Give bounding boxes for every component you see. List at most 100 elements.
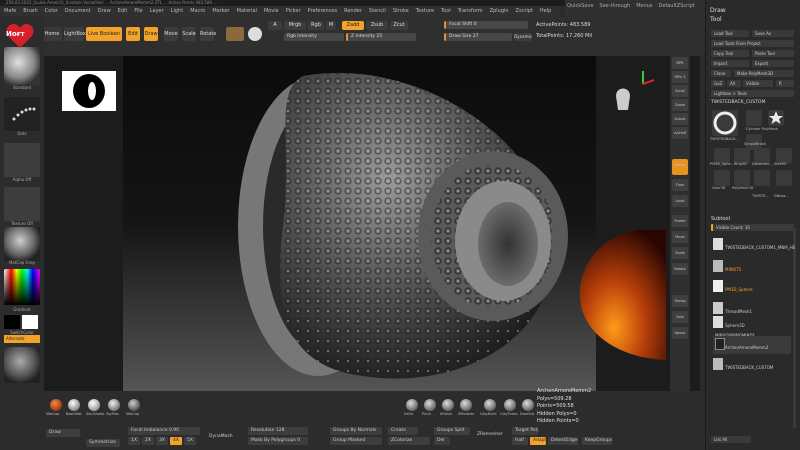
floor-button[interactable]: Floor [672,179,688,191]
draw-button[interactable]: Draw [144,27,158,41]
goz-r-button[interactable]: R [776,80,794,87]
xpose-button[interactable]: Xpose [672,327,688,339]
lightbox-tools-button[interactable]: Lightbox > Tools [711,90,794,97]
brush-hpolish[interactable] [442,399,454,411]
menu-item-mafe[interactable]: Mafe [4,6,16,17]
half-button[interactable]: Half [512,437,528,445]
rotate-button[interactable]: Rotate [200,27,216,41]
default-zscript-button[interactable]: DefaultZScript [659,2,695,15]
mrgb-button[interactable]: Mrgb [284,21,306,30]
menu-item-layer[interactable]: Layer [150,6,164,17]
material-basic[interactable] [68,399,80,411]
material-toyplastic[interactable] [108,399,120,411]
goz-all-button[interactable]: All [727,80,741,87]
z-intensity-slider[interactable]: Z Intensity 25 [346,33,416,41]
menu-item-document[interactable]: Document [65,6,91,17]
draw-mode-button[interactable]: Draw [46,429,80,437]
tool-thumb-polymesh[interactable] [734,170,750,186]
target-poly-slider[interactable]: Target Poly [512,427,538,435]
menu-item-zscript[interactable]: Zscript [516,6,533,17]
material-skinshade[interactable] [88,399,100,411]
live-boolean-button[interactable]: Live Boolean [86,27,122,41]
detect-edges-button[interactable]: DetectEdges [548,437,578,445]
save-as-button[interactable]: Save As [752,30,794,37]
tray-tool-header[interactable]: Tool [706,16,800,25]
dynamesh-button[interactable]: DynaMesh [206,433,242,441]
alternate-button[interactable]: Alternate [4,335,40,343]
paste-tool-button[interactable]: Paste Tool [752,50,794,57]
tool-thumb-twiste[interactable] [754,170,770,186]
move-view-button[interactable]: Move [672,231,688,243]
mask-by-polygroups-slider[interactable]: Mask By Polygroups 0 [248,437,308,445]
rotate-view-button[interactable]: Rotate [672,263,688,275]
subtool-item[interactable]: TWISTEDBACK_CUSTOM [713,356,791,374]
material-matcap-gray[interactable] [128,399,140,411]
move-button[interactable]: Move [164,27,178,41]
dynamic-button[interactable]: Dynamic [514,33,532,41]
menu-item-draw[interactable]: Draw [98,6,111,17]
zoom-button[interactable]: Zoom [672,99,688,111]
keep-groups-button[interactable]: KeepGroups [582,437,612,445]
edit-button[interactable]: Edit [126,27,140,41]
list-all-button[interactable]: List All [711,436,751,443]
sdiv-2x[interactable]: 2X [142,437,154,445]
m-button[interactable]: M [326,21,336,30]
menu-item-help[interactable]: Help [540,6,551,17]
brush-damstandard[interactable] [522,399,534,411]
copy-tool-button[interactable]: Copy Tool [711,50,749,57]
symmetrize-button[interactable]: Symmetrize [86,439,120,447]
menu-item-texture[interactable]: Texture [416,6,434,17]
subtool-item[interactable]: MIRKITS [713,258,791,276]
menu-item-light[interactable]: Light [171,6,183,17]
subtool-item[interactable]: TWISTEDBACK_CUSTOM1_MNM_HE [713,236,795,254]
menu-item-render[interactable]: Render [344,6,362,17]
menu-item-marker[interactable]: Marker [212,6,229,17]
menu-item-file[interactable]: File [134,6,142,17]
color-picker[interactable] [4,269,40,305]
scroll-button[interactable]: Scroll [672,85,688,97]
scale-view-button[interactable]: Scale [672,247,688,259]
navigator-thumbnail[interactable] [62,71,116,111]
subtool-header[interactable]: Subtool [711,216,730,222]
main-color-swatch[interactable] [4,315,20,329]
group-masked-button[interactable]: Group Masked [330,437,382,445]
material-thumbnail[interactable] [4,227,40,261]
menus-button[interactable]: Menus [636,2,652,15]
local-button[interactable]: Local [672,195,688,207]
menu-item-brush[interactable]: Brush [23,6,37,17]
sdiv-1x[interactable]: 1X [128,437,140,445]
menu-item-tool[interactable]: Tool [441,6,451,17]
load-tools-from-project-button[interactable]: Load Tools From Project [711,40,794,47]
persp-button[interactable]: Persp [672,159,688,175]
menu-item-edit[interactable]: Edit [118,6,128,17]
transp-button[interactable]: Transp [672,295,688,307]
adapt-button[interactable]: Adapt [530,437,546,445]
draw-size-slider[interactable]: Draw Size 27 [444,33,512,41]
menu-item-stroke[interactable]: Stroke [393,6,409,17]
rgb-button[interactable]: Rgb [308,21,324,30]
delete-button[interactable]: Del [434,437,450,445]
zsub-button[interactable]: Zsub [366,21,388,30]
clone-button[interactable]: Clone [711,70,731,77]
quicksave-button[interactable]: QuickSave [567,2,593,15]
create-button[interactable]: Create [388,427,418,435]
groups-split-button[interactable]: Groups Split [434,427,470,435]
a-button[interactable]: A [268,21,282,30]
tool-thumb-dnoos[interactable] [776,170,792,186]
zadd-button[interactable]: Zadd [342,21,364,30]
texture-thumbnail[interactable] [4,187,40,221]
rgb-intensity-slider[interactable]: Rgb Intensity [284,33,344,41]
menu-item-movie[interactable]: Movie [264,6,279,17]
make-polymesh-button[interactable]: Make PolyMesh3D [734,70,794,77]
stroke-thumbnail[interactable] [4,97,40,131]
brush-inflat[interactable] [406,399,418,411]
goz-button[interactable]: GoZ [711,80,725,87]
tool-thumb-twistedback[interactable] [712,110,738,136]
goz-visible-button[interactable]: Visible [743,80,773,87]
subtool-scrollbar[interactable] [793,228,796,428]
subtool-item[interactable]: PM3D_Sphere [713,278,791,296]
sdiv-4x[interactable]: 4X [170,437,182,445]
import-button[interactable]: Import [711,60,749,67]
focal-imbalance-slider[interactable]: Focal Imbalance 0.90 [128,427,200,435]
secondary-color-swatch[interactable] [22,315,38,329]
